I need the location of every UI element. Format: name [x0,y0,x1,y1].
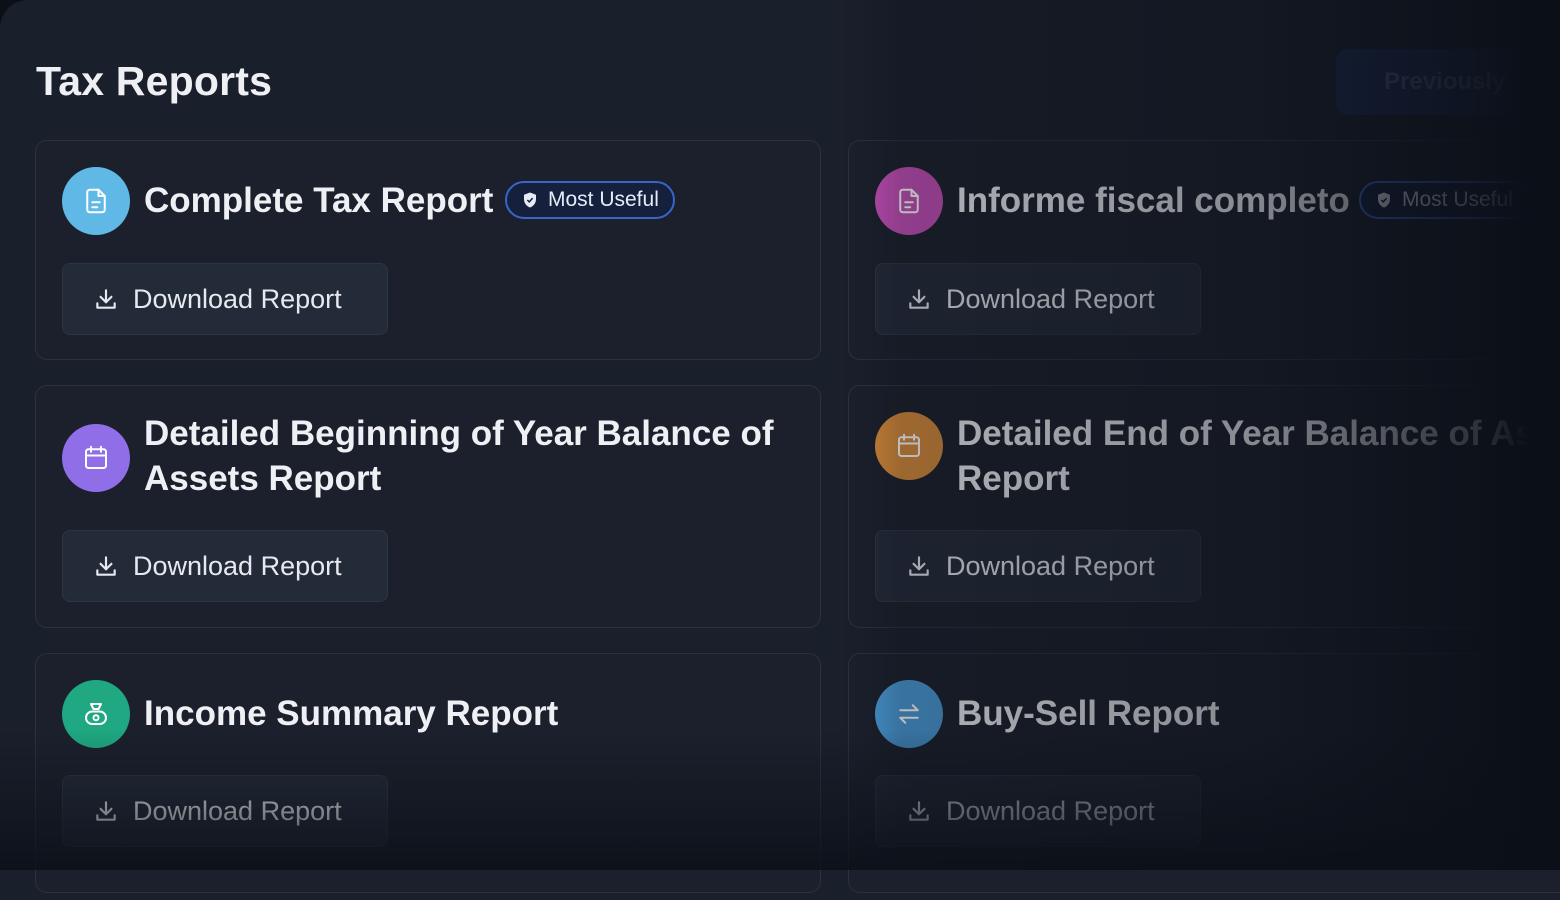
download-icon [909,801,929,821]
most-useful-badge: Most Useful [1359,181,1529,219]
report-card-informe-fiscal: Informe fiscal completo Most Useful Down… [848,140,1560,360]
report-card-end-balance: Detailed End of Year Balance of Assets R… [848,385,1560,628]
most-useful-badge: Most Useful [505,181,675,219]
page-title: Tax Reports [36,58,273,104]
download-report-button[interactable]: Download Report [875,263,1201,335]
report-title-line-2: Report [957,459,1070,498]
document-icon [62,167,130,235]
report-card-buy-sell: Buy-Sell Report Download Report [848,653,1560,893]
calendar-icon [62,424,130,492]
download-label: Download Report [133,283,342,314]
download-icon [909,289,929,309]
download-report-button[interactable]: Download Report [62,263,388,335]
download-report-button[interactable]: Download Report [875,530,1201,602]
report-title: Informe fiscal completo [957,181,1350,220]
report-title-line-1: Detailed Beginning of Year Balance of [144,414,774,453]
download-report-button[interactable]: Download Report [62,775,388,847]
download-icon [96,289,116,309]
download-label: Download Report [946,283,1155,314]
report-title: Buy-Sell Report [957,694,1220,733]
report-card-beginning-balance: Detailed Beginning of Year Balance of As… [35,385,821,628]
report-card-complete-tax: Complete Tax Report Most Useful Download… [35,140,821,360]
download-label: Download Report [133,550,342,581]
download-icon [96,556,116,576]
report-title: Income Summary Report [144,694,559,733]
swap-arrows-icon [875,680,943,748]
download-report-button[interactable]: Download Report [875,775,1201,847]
badge-label: Most Useful [548,188,659,211]
report-title-line-1: Detailed End of Year Balance of Assets [957,414,1560,453]
download-icon [909,556,929,576]
download-label: Download Report [946,550,1155,581]
download-icon [96,801,116,821]
shield-check-icon [524,192,536,208]
badge-label: Most Useful [1402,188,1513,211]
report-title-line-2: Assets Report [144,459,382,498]
report-card-income-summary: Income Summary Report Download Report [35,653,821,893]
money-bag-icon [62,680,130,748]
previously-button[interactable]: Previously [1336,49,1536,115]
download-label: Download Report [946,795,1155,826]
document-icon [875,167,943,235]
download-report-button[interactable]: Download Report [62,530,388,602]
shield-check-icon [1378,192,1390,208]
tax-reports-panel: Tax Reports Previously Complete Tax Repo… [0,0,1560,900]
download-label: Download Report [133,795,342,826]
report-title: Complete Tax Report [144,181,494,220]
calendar-icon [875,412,943,480]
